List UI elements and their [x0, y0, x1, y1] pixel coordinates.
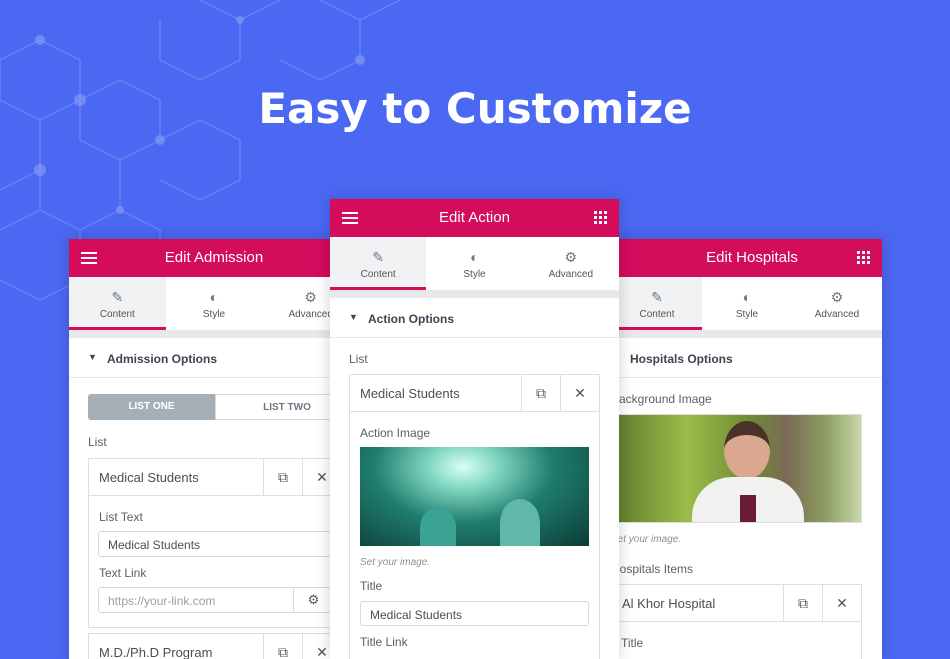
- panel-header: Edit Action: [330, 199, 619, 237]
- half-circle-icon: ◐: [470, 249, 479, 265]
- section-title: Action Options: [368, 312, 454, 326]
- item-title: M.D./Ph.D Program: [99, 645, 213, 659]
- tab-label: Advanced: [814, 309, 860, 320]
- panel-tabs: ✎ Content ◐ Style ⚙ Advanced: [330, 237, 619, 298]
- surgery-image[interactable]: [360, 447, 589, 546]
- tab-style[interactable]: ◐ Style: [702, 277, 792, 330]
- section-header[interactable]: ▼ Admission Options: [69, 338, 359, 378]
- tab-content[interactable]: ✎ Content: [612, 277, 702, 330]
- section-title: Admission Options: [107, 352, 218, 366]
- headline: Easy to Customize: [258, 84, 692, 133]
- tab-style[interactable]: ◐ Style: [426, 237, 522, 290]
- repeater-item[interactable]: Medical Students ⧉ ✕: [88, 458, 359, 496]
- edit-action-panel: Edit Action ✎ Content ◐ Style ⚙ Advanced ▼ A…: [330, 199, 619, 659]
- edit-admission-panel: Edit Admission ✎ Content ◐ Style ⚙ Advanced…: [69, 239, 359, 659]
- list-text-label: List Text: [99, 510, 143, 524]
- list-text-input[interactable]: Medical Students: [98, 531, 358, 557]
- panel-tabs: ✎ Content ◐ Style ⚙ Advanced: [69, 277, 359, 338]
- edit-hospitals-panel: Edit Hospitals ✎ Content ◐ Style ⚙ Advanced…: [592, 239, 882, 659]
- copy-icon[interactable]: ⧉: [783, 585, 822, 621]
- half-circle-icon: ◐: [209, 289, 219, 305]
- tab-label: Content: [360, 269, 396, 280]
- caret-down-icon: ▼: [88, 352, 97, 362]
- image-note: Set your image.: [611, 534, 682, 545]
- pencil-icon: ✎: [111, 289, 124, 305]
- caret-down-icon: ▼: [349, 312, 358, 322]
- half-circle-icon: ◐: [742, 289, 752, 305]
- gear-icon: ⚙: [564, 249, 578, 265]
- title-input[interactable]: Medical Students: [360, 601, 589, 626]
- repeater-item[interactable]: Medical Students ⧉ ✕: [349, 374, 600, 412]
- panel-title: Edit Admission: [164, 249, 264, 266]
- gear-icon[interactable]: ⚙: [293, 588, 333, 612]
- gear-icon: ⚙: [830, 289, 844, 305]
- section-title: Hospitals Options: [630, 352, 733, 366]
- action-image-label: Action Image: [360, 426, 431, 440]
- pencil-icon: ✎: [651, 289, 663, 305]
- tab-label: Style: [735, 309, 759, 320]
- repeater-item[interactable]: M.D./Ph.D Program ⧉ ✕: [88, 633, 359, 659]
- list-label: List: [349, 352, 368, 366]
- panel-header: Edit Hospitals: [592, 239, 882, 277]
- pencil-icon: ✎: [372, 249, 385, 265]
- tab-label: Content: [99, 309, 135, 320]
- title-label: Title: [621, 636, 644, 650]
- section-header[interactable]: Hospitals Options: [592, 338, 882, 378]
- panel-tabs: ✎ Content ◐ Style ⚙ Advanced: [592, 277, 882, 338]
- panel-title: Edit Action: [439, 209, 510, 226]
- doctor-image[interactable]: [611, 414, 862, 523]
- panel-header: Edit Admission: [69, 239, 359, 277]
- list-one-tab[interactable]: LIST ONE: [88, 394, 215, 420]
- section-header[interactable]: ▼ Action Options: [330, 298, 619, 338]
- tab-label: Advanced: [548, 269, 594, 280]
- tab-label: Advanced: [288, 309, 333, 320]
- tab-style[interactable]: ◐ Style: [166, 277, 263, 330]
- title-link-label: Title Link: [360, 635, 408, 649]
- repeater-item-body: [611, 622, 862, 659]
- tab-content[interactable]: ✎ Content: [69, 277, 166, 330]
- close-icon[interactable]: ✕: [560, 375, 599, 411]
- background-image-label: Background Image: [611, 392, 712, 406]
- item-title: Medical Students: [360, 386, 460, 401]
- grid-icon[interactable]: [857, 251, 870, 264]
- tab-advanced[interactable]: ⚙ Advanced: [523, 237, 619, 290]
- item-title: Medical Students: [99, 470, 199, 485]
- item-title: Al Khor Hospital: [622, 596, 716, 611]
- tab-advanced[interactable]: ⚙ Advanced: [792, 277, 882, 330]
- copy-icon[interactable]: ⧉: [263, 634, 302, 659]
- repeater-item[interactable]: Al Khor Hospital ⧉ ✕: [611, 584, 862, 622]
- copy-icon[interactable]: ⧉: [521, 375, 560, 411]
- text-link-label: Text Link: [99, 566, 147, 580]
- hospitals-items-label: Hospitals Items: [611, 562, 694, 576]
- tab-label: Content: [639, 309, 675, 320]
- list-label: List: [88, 435, 107, 449]
- close-icon[interactable]: ✕: [822, 585, 861, 621]
- tab-label: Style: [463, 269, 486, 280]
- title-label: Title: [360, 579, 383, 593]
- copy-icon[interactable]: ⧉: [263, 459, 302, 495]
- image-note: Set your image.: [360, 557, 431, 568]
- tab-content[interactable]: ✎ Content: [330, 237, 427, 290]
- panel-title: Edit Hospitals: [706, 249, 798, 266]
- grid-icon[interactable]: [594, 211, 607, 224]
- tab-label: Style: [202, 309, 226, 320]
